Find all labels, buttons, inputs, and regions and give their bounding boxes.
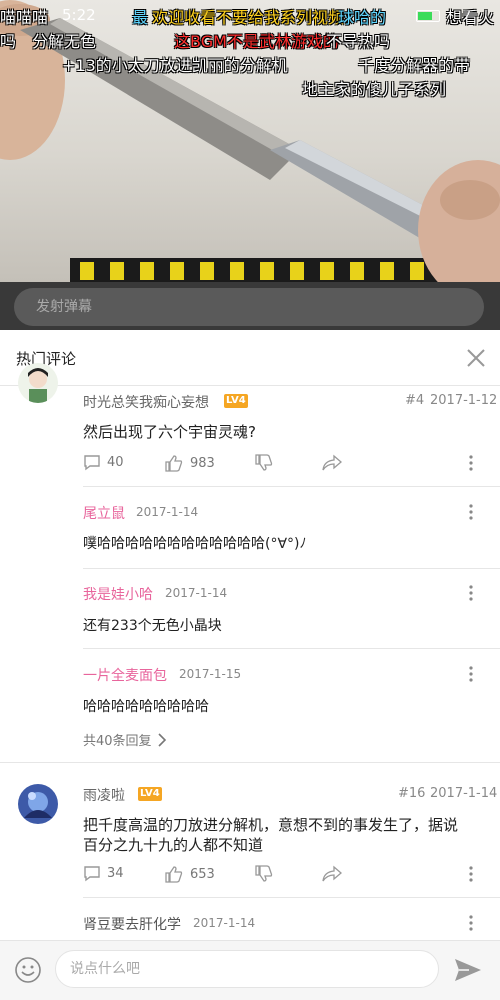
- hot-comments-panel: 热门评论 时光总笑我痴心妄想 LV4 #4 2017-1-12 然后出现了六个宇…: [0, 330, 500, 940]
- close-icon[interactable]: [462, 344, 490, 372]
- divider: [83, 648, 500, 649]
- comment-floor: #4: [405, 393, 425, 408]
- expand-replies-link[interactable]: 共40条回复: [83, 730, 168, 749]
- comment-text-line-2: 百分之九十九的人都不知道: [83, 836, 264, 854]
- danmaku-item: 千度分解器的带: [358, 56, 471, 75]
- comment-text-line-1: 把千度高温的刀放进分解机，意想不到的事发生了，据说: [83, 816, 459, 834]
- status-bar-time: 5:22: [62, 6, 96, 24]
- danmaku-item: 吗: [0, 32, 17, 51]
- danmaku-item: 不导热吗: [326, 32, 391, 51]
- reply-username[interactable]: 我是娃小哈: [83, 584, 153, 604]
- chat-bubble-icon: [84, 455, 100, 471]
- divider: [83, 486, 500, 487]
- danmaku-input[interactable]: 发射弹幕: [14, 288, 484, 326]
- danmaku-item: 这BGM不是武林游戏的: [174, 32, 339, 51]
- divider: [83, 568, 500, 569]
- reply-username[interactable]: 一片全麦面包: [83, 665, 167, 685]
- danmaku-item: 欢迎收看不要给我系列视频: [152, 8, 345, 27]
- more-options-icon[interactable]: [468, 584, 474, 602]
- battery-icon: [416, 10, 440, 22]
- thumbs-up-icon: [165, 455, 183, 472]
- like-count: 983: [190, 455, 215, 471]
- danmaku-item: 想看火: [446, 8, 495, 27]
- thumbs-up-icon: [165, 866, 183, 883]
- reply-count: 34: [107, 866, 124, 881]
- comment-bar: 说点什么吧: [0, 940, 500, 1000]
- reply-username[interactable]: 肾豆要去肝化学: [83, 914, 181, 934]
- like-count: 653: [190, 866, 215, 882]
- thumbs-down-icon[interactable]: [254, 454, 274, 472]
- comment-username[interactable]: 时光总笑我痴心妄想: [83, 392, 209, 412]
- reply-username[interactable]: 尾立鼠: [83, 503, 125, 523]
- share-icon[interactable]: [321, 454, 343, 472]
- like-button[interactable]: 983: [164, 454, 215, 472]
- reply-count-button[interactable]: 40: [83, 454, 124, 471]
- more-options-icon[interactable]: [468, 665, 474, 683]
- comment-username[interactable]: 雨凌啦: [83, 785, 125, 805]
- reply-text: 还有233个无色小晶块: [83, 618, 222, 634]
- reply-date: 2017-1-14: [165, 586, 228, 600]
- danmaku-item: 最: [132, 8, 149, 27]
- send-icon[interactable]: [453, 957, 483, 983]
- divider: [0, 385, 500, 386]
- expand-replies-label: 共40条回复: [83, 734, 152, 749]
- level-badge: LV4: [224, 394, 248, 408]
- divider: [83, 897, 500, 898]
- reply-count: 40: [107, 455, 124, 470]
- divider: [0, 762, 500, 763]
- video-player[interactable]: 喵喵喵 最 欢迎收看不要给我系列视频 球哈的 想看火 吗 分解无色 这BGM不是…: [0, 0, 500, 330]
- comment-floor: #16: [398, 786, 426, 801]
- avatar[interactable]: [18, 363, 58, 403]
- comment-date: 2017-1-12: [430, 393, 498, 408]
- danmaku-item: 球哈的: [338, 8, 387, 27]
- comment-date: 2017-1-14: [430, 786, 498, 801]
- comment-text: 然后出现了六个宇宙灵魂?: [83, 423, 256, 441]
- thumbs-down-icon[interactable]: [254, 865, 274, 883]
- level-badge: LV4: [138, 787, 162, 801]
- reply-count-button[interactable]: 34: [83, 865, 124, 882]
- danmaku-item: 分解无色: [32, 32, 97, 51]
- reply-date: 2017-1-14: [136, 505, 199, 519]
- chevron-right-icon: [157, 732, 166, 747]
- avatar[interactable]: [18, 784, 58, 824]
- more-options-icon[interactable]: [468, 454, 474, 472]
- more-options-icon[interactable]: [468, 503, 474, 521]
- danmaku-item: 地主家的傻儿子系列: [302, 80, 447, 99]
- chat-bubble-icon: [84, 866, 100, 882]
- reply-date: 2017-1-15: [179, 667, 242, 681]
- emoji-icon[interactable]: [14, 956, 42, 984]
- danmaku-bar: 发射弹幕: [0, 282, 500, 330]
- share-icon[interactable]: [321, 865, 343, 883]
- video-frame[interactable]: 喵喵喵 最 欢迎收看不要给我系列视频 球哈的 想看火 吗 分解无色 这BGM不是…: [0, 0, 500, 282]
- danmaku-item: +13的小太刀放进凯丽的分解机: [62, 56, 288, 75]
- comment-input[interactable]: 说点什么吧: [55, 950, 439, 988]
- reply-date: 2017-1-14: [193, 916, 256, 930]
- danmaku-item: 喵喵喵: [0, 8, 49, 27]
- reply-text: 哈哈哈哈哈哈哈哈哈: [83, 699, 209, 715]
- reply-text: 噗哈哈哈哈哈哈哈哈哈哈哈哈(°∀°)ﾉ: [83, 536, 307, 552]
- more-options-icon[interactable]: [468, 865, 474, 883]
- more-options-icon[interactable]: [468, 914, 474, 932]
- like-button[interactable]: 653: [164, 865, 215, 883]
